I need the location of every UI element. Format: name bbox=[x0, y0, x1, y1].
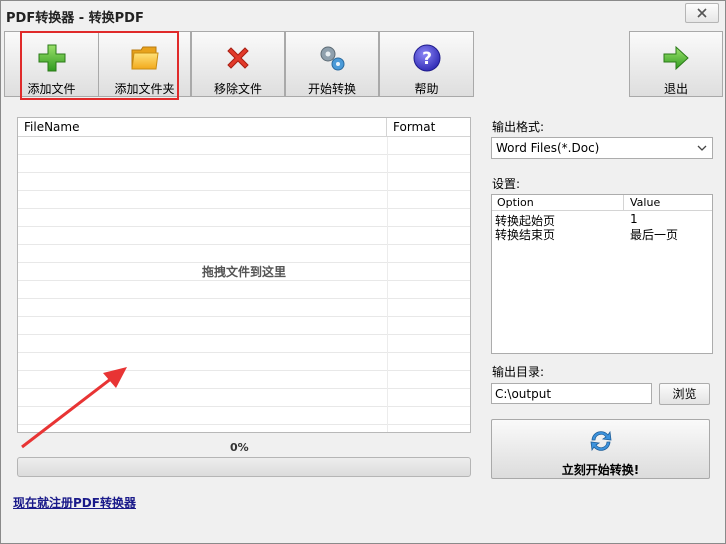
remove-x-icon bbox=[227, 47, 249, 69]
settings-label: 设置: bbox=[492, 177, 521, 191]
folder-icon bbox=[130, 46, 159, 70]
exit-button[interactable]: 退出 bbox=[629, 31, 723, 97]
output-dir-input[interactable] bbox=[491, 383, 652, 404]
settings-option: 转换结束页 bbox=[495, 228, 556, 242]
settings-value[interactable]: 1 bbox=[630, 212, 638, 226]
help-button[interactable]: ? 帮助 bbox=[379, 31, 474, 97]
output-format-label: 输出格式: bbox=[492, 120, 545, 134]
start-convert-button-label: 立刻开始转换! bbox=[561, 463, 640, 477]
register-link[interactable]: 现在就注册PDF转换器 bbox=[13, 494, 136, 511]
output-dir-label: 输出目录: bbox=[492, 365, 545, 379]
browse-button[interactable]: 浏览 bbox=[659, 383, 710, 405]
settings-column-option[interactable]: Option bbox=[497, 196, 534, 209]
column-header-filename[interactable]: FileName bbox=[24, 120, 79, 134]
help-label: 帮助 bbox=[414, 82, 439, 96]
exit-arrow-icon bbox=[663, 45, 689, 71]
window-title: PDF转换器 - 转换PDF bbox=[6, 11, 144, 26]
add-file-button[interactable]: 添加文件 bbox=[4, 31, 99, 97]
remove-file-button[interactable]: 移除文件 bbox=[191, 31, 285, 97]
settings-column-value[interactable]: Value bbox=[630, 196, 660, 209]
column-header-format[interactable]: Format bbox=[393, 120, 435, 134]
progress-bar bbox=[17, 457, 471, 477]
settings-row[interactable]: 转换起始页 1 bbox=[492, 212, 712, 228]
output-format-value: Word Files(*.Doc) bbox=[496, 141, 600, 155]
start-convert-button[interactable]: 立刻开始转换! bbox=[491, 419, 710, 479]
settings-value[interactable]: 最后一页 bbox=[630, 226, 678, 243]
drop-hint-text: 拖拽文件到这里 bbox=[201, 265, 286, 279]
settings-row[interactable]: 转换结束页 最后一页 bbox=[492, 226, 712, 243]
file-list[interactable]: FileName Format 拖拽文件到这里 bbox=[17, 117, 471, 433]
chevron-down-icon bbox=[697, 145, 707, 151]
progress-percent: 0% bbox=[230, 441, 249, 454]
close-icon bbox=[697, 8, 707, 18]
output-format-select[interactable]: Word Files(*.Doc) bbox=[491, 137, 713, 159]
start-convert-toolbar-button[interactable]: 开始转换 bbox=[285, 31, 379, 97]
title-bar: PDF转换器 - 转换PDF bbox=[1, 1, 725, 29]
remove-file-label: 移除文件 bbox=[213, 82, 262, 96]
help-question-icon: ? bbox=[413, 44, 440, 72]
svg-text:?: ? bbox=[422, 49, 432, 69]
add-folder-label: 添加文件夹 bbox=[114, 82, 175, 96]
gears-icon bbox=[320, 46, 345, 71]
exit-label: 退出 bbox=[663, 82, 688, 96]
file-list-rows bbox=[18, 137, 470, 432]
close-button[interactable] bbox=[685, 3, 719, 23]
file-list-header: FileName Format bbox=[18, 118, 470, 137]
column-divider bbox=[387, 137, 388, 432]
settings-column-separator[interactable] bbox=[623, 195, 624, 210]
plus-icon bbox=[38, 44, 65, 72]
add-file-label: 添加文件 bbox=[27, 82, 76, 96]
add-folder-button[interactable]: 添加文件夹 bbox=[98, 31, 191, 97]
convert-refresh-icon bbox=[590, 430, 612, 452]
start-convert-label: 开始转换 bbox=[307, 82, 356, 96]
column-separator[interactable] bbox=[386, 118, 387, 136]
settings-table[interactable]: Option Value 转换起始页 1 转换结束页 最后一页 bbox=[491, 194, 713, 354]
settings-header: Option Value bbox=[492, 195, 712, 211]
